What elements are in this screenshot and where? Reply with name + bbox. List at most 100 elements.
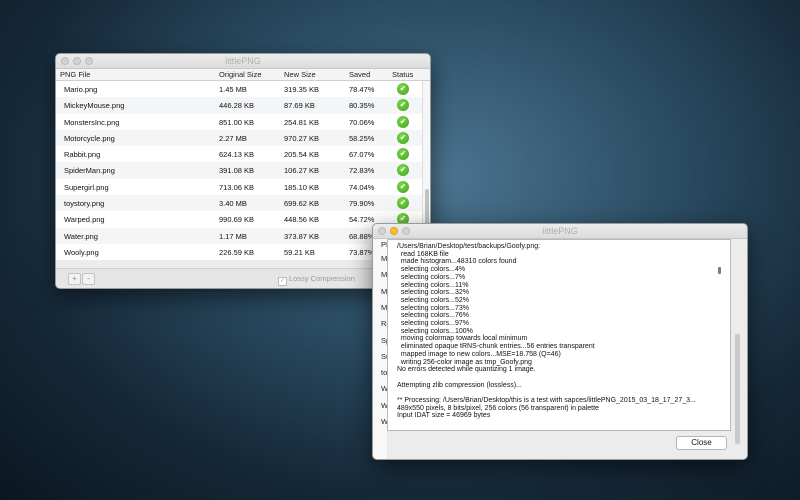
table-row[interactable]: Mario.png 1.45 MB 319.35 KB 78.47% ✔	[56, 81, 422, 98]
checkmark-icon: ✔	[397, 164, 409, 177]
remove-file-button[interactable]: -	[82, 273, 95, 285]
original-size: 226.59 KB	[219, 247, 255, 257]
new-size: 448.56 KB	[284, 215, 320, 225]
checkmark-icon: ✔	[397, 131, 409, 144]
column-header-new-size[interactable]: New Size	[284, 70, 316, 79]
file-name: MickeyMouse.png	[64, 101, 125, 111]
file-name: Rabbit.png	[64, 150, 101, 160]
file-name: toystory.png	[64, 199, 105, 209]
saved-percent: 68.88%	[349, 231, 375, 241]
table-row[interactable]: MonstersInc.png 851.00 KB 254.81 KB 70.06% ✔	[56, 113, 422, 130]
file-name: Mario.png	[64, 85, 98, 94]
checkbox-icon[interactable]: ✓	[278, 277, 287, 286]
table-row[interactable]: Supergirl.png 713.06 KB 185.10 KB 74.04% ✔	[56, 178, 422, 196]
main-titlebar: littlePNG	[56, 54, 430, 69]
log-line: selecting colors...11%	[397, 281, 469, 289]
original-size: 3.40 MB	[219, 199, 247, 209]
table-row[interactable]: SpiderMan.png 391.08 KB 106.27 KB 72.83% ✔	[56, 162, 422, 179]
log-line: moving colormap towards local minimum	[397, 335, 528, 343]
minimize-window-button[interactable]	[73, 57, 81, 65]
table-row[interactable]: Rabbit.png 624.13 KB 205.54 KB 67.07% ✔	[56, 146, 422, 163]
new-size: 87.69 KB	[284, 101, 315, 111]
log-text-area[interactable]: /Users/Brian/Desktop/test/backups/Goofy.…	[387, 239, 731, 431]
file-name: Wooly.png	[64, 247, 99, 257]
original-size: 1.45 MB	[219, 85, 247, 94]
log-window: littlePNG PNG MMMMRaSpSutoWWW /Users/Bri…	[372, 223, 748, 460]
checkmark-icon: ✔	[397, 197, 409, 210]
new-size: 185.10 KB	[284, 182, 320, 192]
saved-percent: 78.47%	[349, 85, 375, 94]
log-line: 489x550 pixels, 8 bits/pixel, 256 colors…	[397, 404, 599, 412]
saved-percent: 54.72%	[349, 215, 375, 225]
original-size: 990.69 KB	[219, 215, 255, 225]
checkmark-icon: ✔	[397, 115, 409, 128]
close-button[interactable]: Close	[676, 436, 727, 450]
file-table: Mario.png 1.45 MB 319.35 KB 78.47% ✔ MickeyMo…	[56, 81, 422, 261]
log-line: eliminated opaque tRNS-chunk entries...5…	[397, 343, 595, 351]
log-line: selecting colors...7%	[397, 273, 466, 281]
new-size: 106.27 KB	[284, 166, 320, 176]
saved-percent: 70.06%	[349, 117, 375, 127]
window-title: littlePNG	[225, 56, 261, 66]
column-header-original-size[interactable]: Original Size	[219, 70, 262, 79]
close-window-button[interactable]	[61, 57, 69, 65]
table-header: PNG File Original Size New Size Saved St…	[56, 69, 430, 81]
column-header-file[interactable]: PNG File	[60, 70, 90, 79]
column-header-saved[interactable]: Saved	[349, 70, 370, 79]
log-window-title: littlePNG	[542, 226, 578, 236]
original-size: 624.13 KB	[219, 150, 255, 160]
new-size: 970.27 KB	[284, 133, 320, 143]
file-name: SpiderMan.png	[64, 166, 115, 176]
new-size: 699.62 KB	[284, 199, 320, 209]
table-row[interactable]: Motorcycle.png 2.27 MB 970.27 KB 58.25% ✔	[56, 129, 422, 147]
checkmark-icon: ✔	[397, 83, 409, 95]
log-line: No errors detected while quantizing 1 im…	[397, 366, 536, 374]
file-name: Water.png	[64, 231, 98, 241]
zoom-window-button[interactable]	[85, 57, 93, 65]
table-row[interactable]: Warped.png 990.69 KB 448.56 KB 54.72% ✔	[56, 211, 422, 228]
log-line: ** Processing: /Users/Brian/Desktop/this…	[397, 397, 696, 404]
log-line: Attempting zlib compression (lossless)..…	[397, 381, 522, 389]
new-size: 254.81 KB	[284, 117, 320, 127]
file-name: Motorcycle.png	[64, 133, 115, 143]
saved-percent: 74.04%	[349, 182, 375, 192]
log-titlebar: littlePNG	[373, 224, 747, 239]
log-line: read 168KB file	[397, 250, 449, 258]
right-scrollbar[interactable]	[735, 334, 740, 444]
saved-percent: 73.87%	[349, 247, 375, 257]
file-name: Warped.png	[64, 215, 105, 225]
log-close-window-button[interactable]	[378, 227, 386, 235]
log-line: selecting colors...4%	[397, 266, 466, 274]
original-size: 1.17 MB	[219, 231, 247, 241]
log-line: selecting colors...32%	[397, 289, 469, 297]
add-file-button[interactable]: +	[68, 273, 81, 285]
table-row[interactable]: toystory.png 3.40 MB 699.62 KB 79.90% ✔	[56, 195, 422, 212]
log-minimize-window-button[interactable]	[390, 227, 398, 235]
table-row[interactable]: MickeyMouse.png 446.28 KB 87.69 KB 80.35% ✔	[56, 97, 422, 114]
log-line: Input IDAT size = 46969 bytes	[397, 412, 491, 420]
new-size: 59.21 KB	[284, 247, 315, 257]
column-header-status[interactable]: Status	[392, 70, 413, 79]
new-size: 205.54 KB	[284, 150, 320, 160]
log-line: made histogram...48310 colors found	[397, 258, 517, 266]
log-line: writing 256-color image as tmp_Goofy.png	[397, 358, 532, 366]
checkmark-icon: ✔	[397, 180, 409, 193]
saved-percent: 80.35%	[349, 101, 375, 111]
log-line: mapped image to new colors...MSE=18.758 …	[397, 350, 561, 358]
lossy-compression-checkbox[interactable]: ✓ Lossy Compression	[278, 274, 355, 286]
original-size: 391.08 KB	[219, 166, 255, 176]
original-size: 713.06 KB	[219, 182, 255, 192]
original-size: 446.28 KB	[219, 101, 255, 111]
log-zoom-window-button[interactable]	[402, 227, 410, 235]
table-row[interactable]: Wooly.png226.59 KB59.21 KB73.87%✔	[56, 243, 422, 261]
log-scroll-thumb[interactable]	[718, 267, 721, 274]
saved-percent: 72.83%	[349, 166, 375, 176]
original-size: 851.00 KB	[219, 117, 255, 127]
log-line: selecting colors...73%	[397, 304, 469, 312]
file-name: MonstersInc.png	[64, 117, 120, 127]
log-line: selecting colors...97%	[397, 320, 469, 327]
new-size: 319.35 KB	[284, 85, 320, 94]
saved-percent: 79.90%	[349, 199, 375, 209]
file-name: Supergirl.png	[64, 182, 109, 192]
table-row[interactable]: Water.png1.17 MB373.87 KB68.88%✔	[56, 227, 422, 244]
